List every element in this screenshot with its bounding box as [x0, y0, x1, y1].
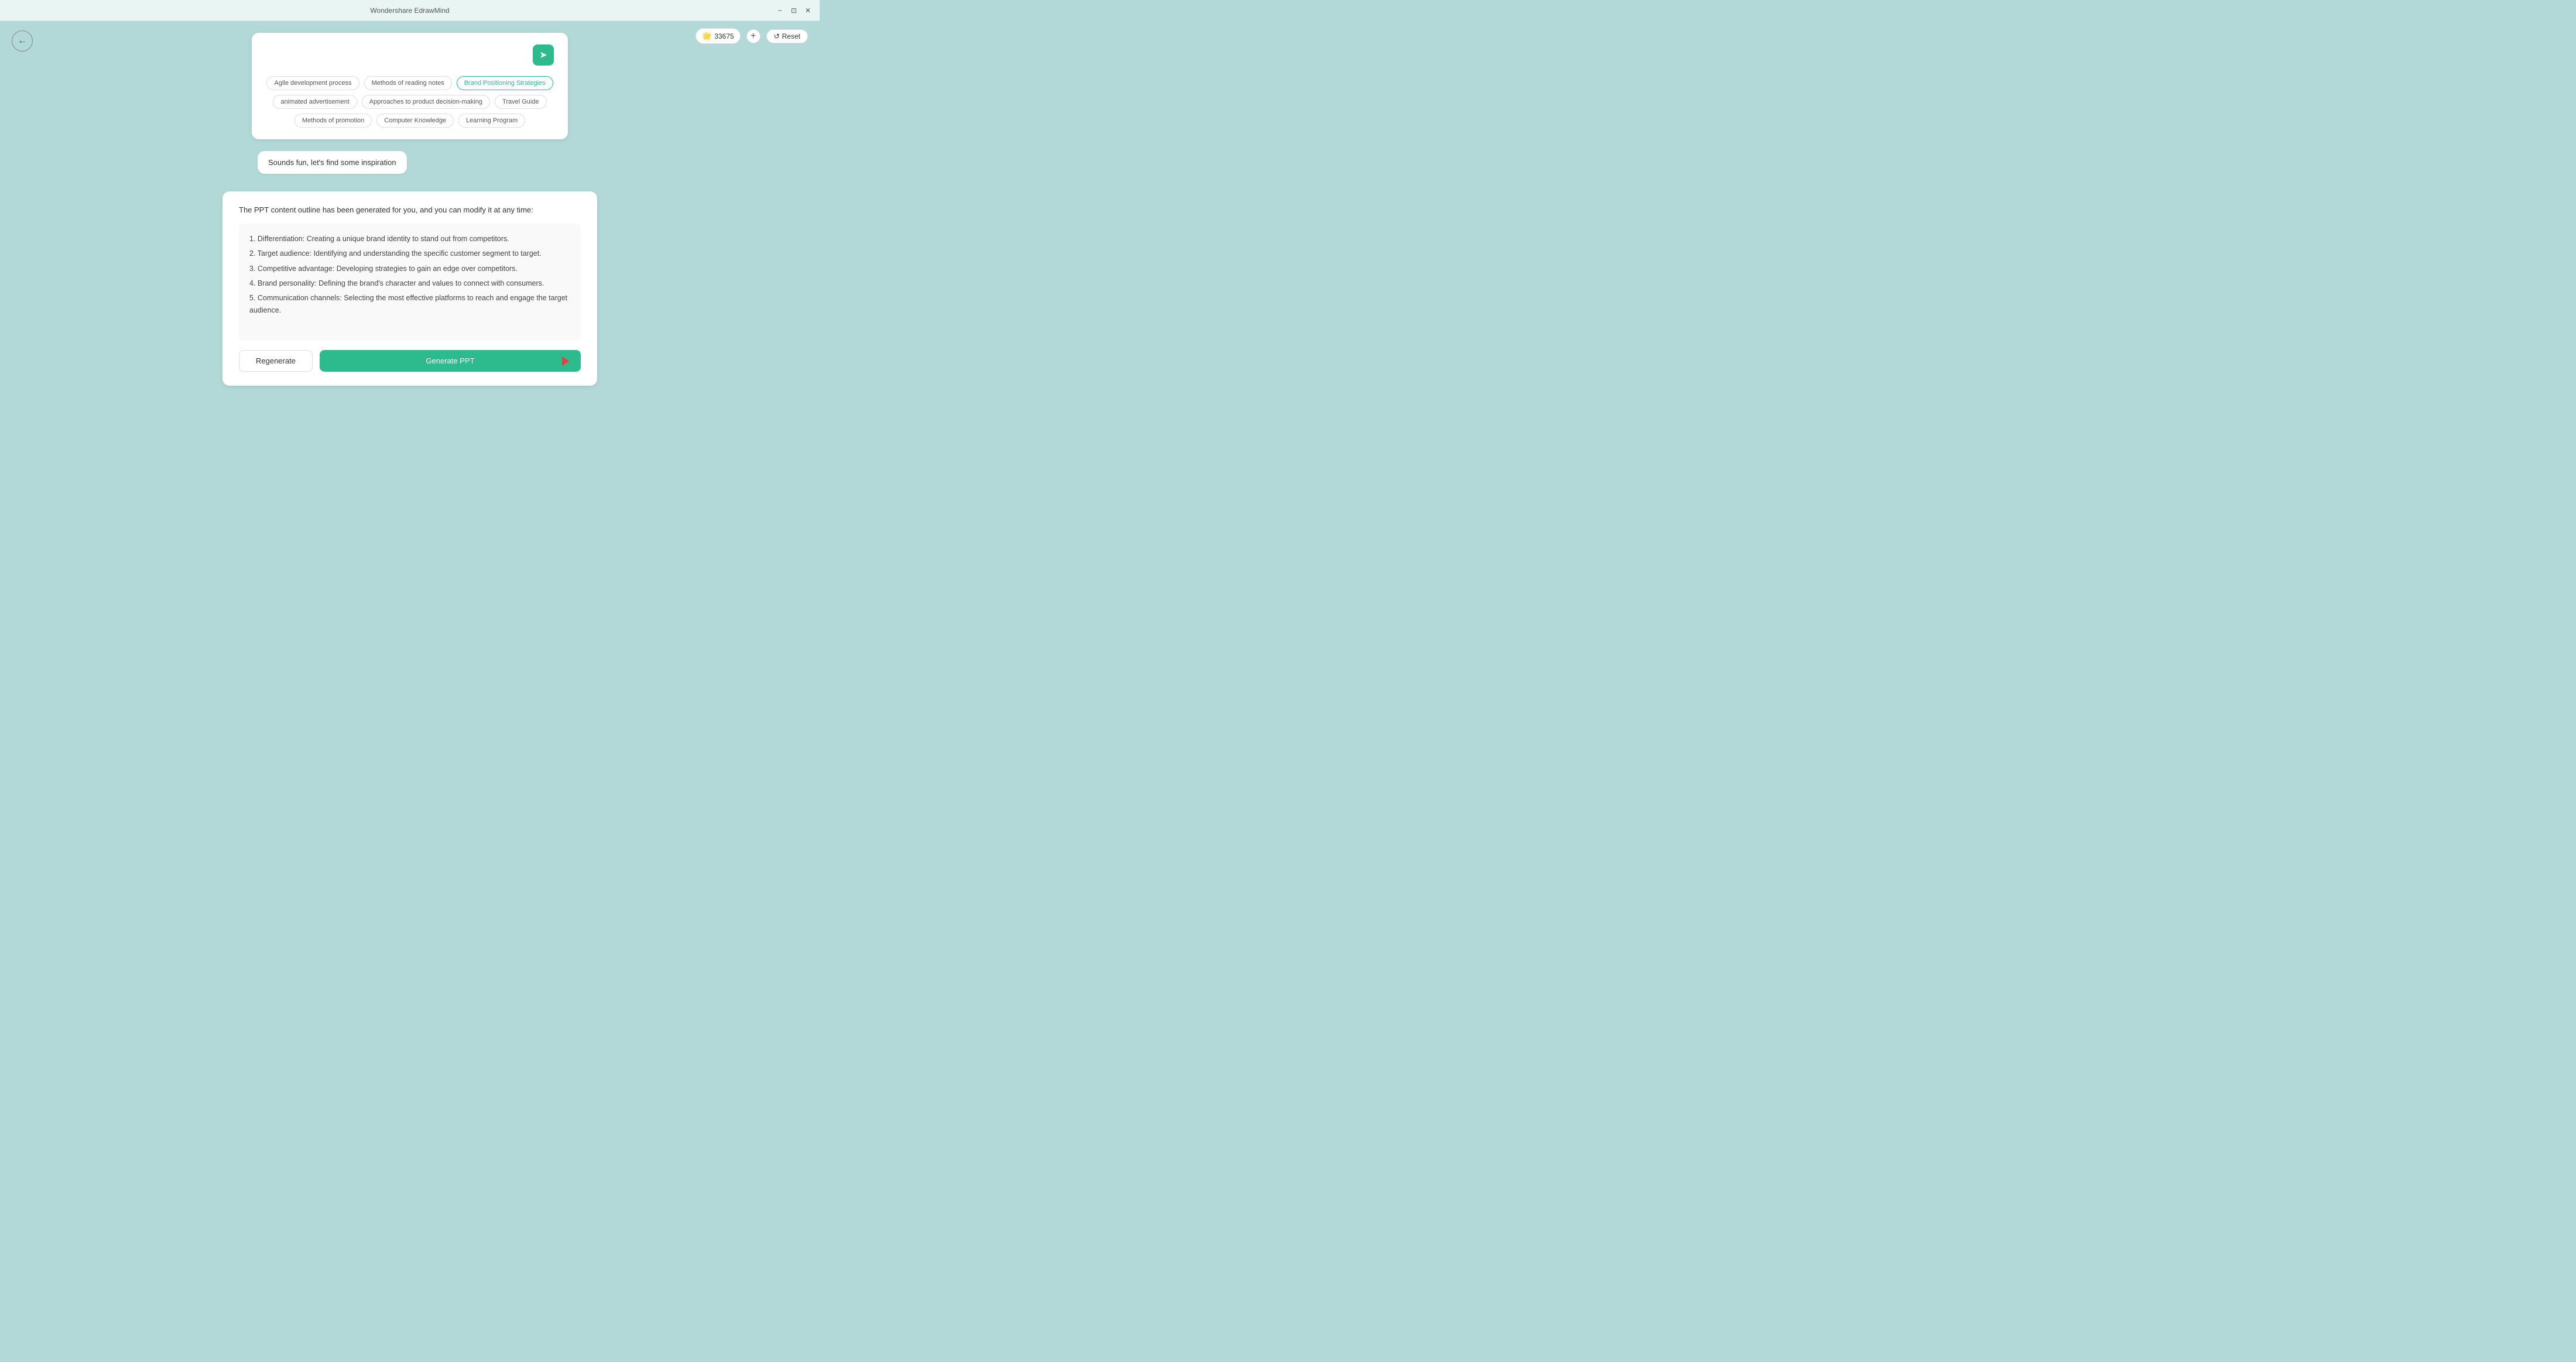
generate-ppt-button[interactable]: Generate PPT [320, 350, 581, 372]
action-buttons: Regenerate Generate PPT [239, 350, 581, 372]
app-title: Wondershare EdrawMind [370, 6, 449, 15]
tag-brand-positioning[interactable]: Brand Positioning Strategies [457, 76, 553, 90]
tag-methods-promotion[interactable]: Methods of promotion [294, 114, 372, 128]
cursor-icon [562, 356, 569, 366]
maximize-button[interactable]: ⊡ [789, 6, 799, 15]
ai-response-header: The PPT content outline has been generat… [239, 205, 581, 214]
send-icon: ➤ [539, 49, 547, 61]
main-content: ➤ Agile development process Methods of r… [0, 21, 820, 435]
tag-computer-knowledge[interactable]: Computer Knowledge [376, 114, 454, 128]
tag-product-decision[interactable]: Approaches to product decision-making [362, 95, 490, 109]
point-4: 4. Brand personality: Defining the brand… [249, 277, 570, 290]
title-bar: Wondershare EdrawMind − ⊡ ✕ [0, 0, 820, 21]
point-5: 5. Communication channels: Selecting the… [249, 292, 570, 317]
app-window: Wondershare EdrawMind − ⊡ ✕ ← 🌟 33675 + … [0, 0, 820, 435]
point-1: 1. Differentiation: Creating a unique br… [249, 233, 570, 245]
topic-suggestion-card: ➤ Agile development process Methods of r… [252, 33, 568, 139]
ai-response-card: The PPT content outline has been generat… [222, 191, 597, 386]
tag-travel-guide[interactable]: Travel Guide [495, 95, 547, 109]
send-button[interactable]: ➤ [533, 44, 554, 66]
point-2: 2. Target audience: Identifying and unde… [249, 248, 570, 260]
topic-tags-container: Agile development process Methods of rea… [266, 76, 554, 128]
tag-reading-notes[interactable]: Methods of reading notes [364, 76, 452, 90]
tag-learning-program[interactable]: Learning Program [458, 114, 525, 128]
ai-response-content: 1. Differentiation: Creating a unique br… [239, 224, 581, 341]
user-message-bubble: Sounds fun, let's find some inspiration [258, 151, 407, 174]
user-message-text: Sounds fun, let's find some inspiration [268, 158, 396, 167]
input-row: ➤ [266, 44, 554, 66]
close-button[interactable]: ✕ [803, 6, 813, 15]
window-controls: − ⊡ ✕ [775, 6, 813, 15]
point-3: 3. Competitive advantage: Developing str… [249, 263, 570, 275]
tag-agile[interactable]: Agile development process [266, 76, 359, 90]
regenerate-button[interactable]: Regenerate [239, 350, 313, 372]
minimize-button[interactable]: − [775, 6, 785, 15]
tag-animated-ad[interactable]: animated advertisement [273, 95, 357, 109]
topic-input[interactable] [266, 51, 528, 60]
generate-ppt-label: Generate PPT [426, 356, 474, 365]
